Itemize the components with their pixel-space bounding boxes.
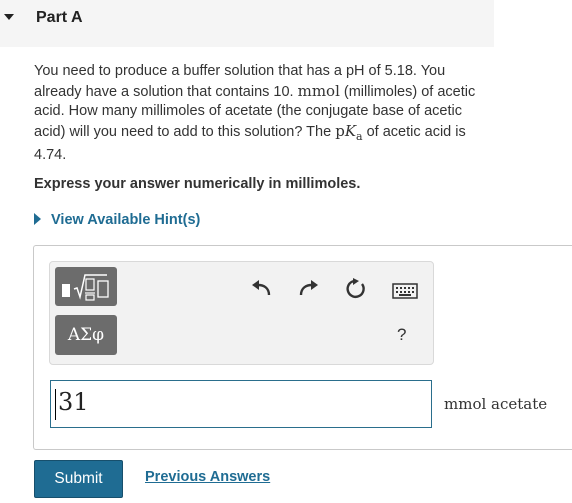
collapse-caret-icon[interactable] <box>4 14 14 20</box>
redo-icon[interactable] <box>298 279 320 297</box>
expand-triangle-icon <box>34 213 41 225</box>
help-button[interactable]: ? <box>397 325 406 345</box>
templates-icon <box>62 274 109 301</box>
templates-button[interactable] <box>55 267 117 306</box>
part-title: Part A <box>36 9 83 26</box>
keyboard-icon[interactable] <box>392 283 418 299</box>
greek-letters-icon: ΑΣφ <box>67 325 105 345</box>
text-cursor <box>55 389 56 420</box>
greek-letters-button[interactable]: ΑΣφ <box>55 315 117 355</box>
answer-value: 31 <box>58 388 89 416</box>
submit-button[interactable]: Submit <box>34 460 123 498</box>
part-header[interactable]: Part A <box>0 0 494 47</box>
undo-icon[interactable] <box>250 279 272 297</box>
view-hints-link[interactable]: View Available Hint(s) <box>34 212 200 228</box>
previous-answers-link[interactable]: Previous Answers <box>145 469 270 485</box>
answer-instruction: Express your answer numerically in milli… <box>34 176 361 192</box>
answer-units: mmol acetate <box>444 395 548 413</box>
help-icon: ? <box>397 325 407 344</box>
answer-input[interactable]: 31 <box>50 380 432 428</box>
reset-icon[interactable] <box>345 278 367 300</box>
question-text: You need to produce a buffer solution th… <box>34 63 476 163</box>
